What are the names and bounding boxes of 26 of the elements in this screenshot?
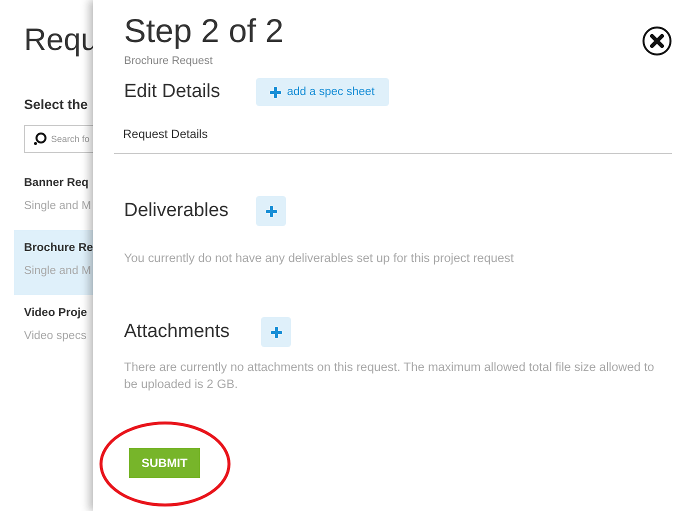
request-details-tab[interactable]: Request Details (123, 127, 208, 141)
panel-title: Step 2 of 2 (124, 12, 284, 50)
search-field[interactable]: Search fo (24, 125, 93, 153)
section-heading: Deliverables (124, 200, 230, 222)
item-name: Video Proje (24, 307, 88, 319)
item-name: Banner Req (24, 177, 90, 189)
add-button[interactable] (261, 317, 291, 347)
prompt-heading: Select the (23, 97, 89, 112)
item-name: Brochure Re (24, 242, 93, 254)
request-type-item[interactable]: Banner Req Single and M (14, 165, 93, 230)
item-description: Single and M (24, 265, 92, 277)
section-heading: Attachments (124, 321, 231, 343)
panel-subtitle: Brochure Request (124, 55, 214, 67)
empty-message: You currently do not have any deliverables set up for this project request (124, 250, 515, 267)
search-icon (33, 132, 47, 146)
request-type-item[interactable]: Video Proje Video specs (14, 295, 93, 360)
empty-message: There are currently no attachments on this request. The maximum allowed total file size allowed to be uploaded is 2 GB. (124, 359, 656, 393)
close-icon[interactable] (642, 26, 672, 56)
section-heading: Edit Details (124, 81, 222, 103)
item-description: Single and M (24, 200, 92, 212)
plus-icon (270, 326, 282, 338)
add-button[interactable] (256, 196, 286, 226)
request-type-item[interactable]: Brochure Re Single and M (14, 230, 93, 295)
item-description: Video specs (24, 330, 88, 342)
plus-icon (266, 206, 276, 216)
plus-icon (270, 86, 281, 98)
